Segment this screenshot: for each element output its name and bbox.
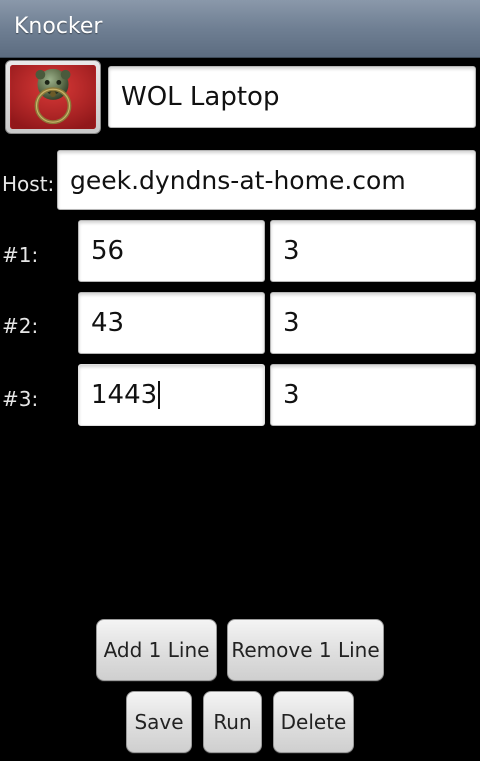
host-input[interactable]: geek.dyndns-at-home.com <box>57 150 476 210</box>
line-1-count-input[interactable]: 3 <box>270 220 476 282</box>
host-value: geek.dyndns-at-home.com <box>70 165 406 195</box>
line-3-count-input[interactable]: 3 <box>270 364 476 426</box>
line-3-port-value: 1443 <box>91 380 158 410</box>
save-button[interactable]: Save <box>126 691 192 753</box>
host-label: Host: <box>2 172 55 196</box>
line-3-label: #3: <box>2 387 39 411</box>
line-2-port-value: 43 <box>91 308 125 338</box>
line-1-port-value: 56 <box>91 236 125 266</box>
line-3-count-value: 3 <box>283 380 300 410</box>
line-2-count-value: 3 <box>283 308 300 338</box>
remove-line-button[interactable]: Remove 1 Line <box>227 619 384 681</box>
profile-name-value: WOL Laptop <box>121 82 280 112</box>
line-3-port-input[interactable]: 1443 <box>78 364 265 426</box>
text-cursor <box>158 381 161 409</box>
line-1-port-input[interactable]: 56 <box>78 220 265 282</box>
profile-name-input[interactable]: WOL Laptop <box>108 66 476 128</box>
line-2-port-input[interactable]: 43 <box>78 292 265 354</box>
app-title: Knocker <box>14 14 103 39</box>
run-button[interactable]: Run <box>203 691 262 753</box>
line-2-label: #2: <box>2 314 39 338</box>
delete-button[interactable]: Delete <box>273 691 354 753</box>
app-window: Knocker WOL Laptop Host: geek.dyndns-at-… <box>0 0 480 761</box>
title-bar: Knocker <box>0 0 480 58</box>
line-1-count-value: 3 <box>283 236 300 266</box>
line-1-label: #1: <box>2 243 39 267</box>
knocker-image-button[interactable] <box>5 60 101 134</box>
line-2-count-input[interactable]: 3 <box>270 292 476 354</box>
add-line-button[interactable]: Add 1 Line <box>96 619 217 681</box>
door-knocker-icon <box>10 65 96 129</box>
